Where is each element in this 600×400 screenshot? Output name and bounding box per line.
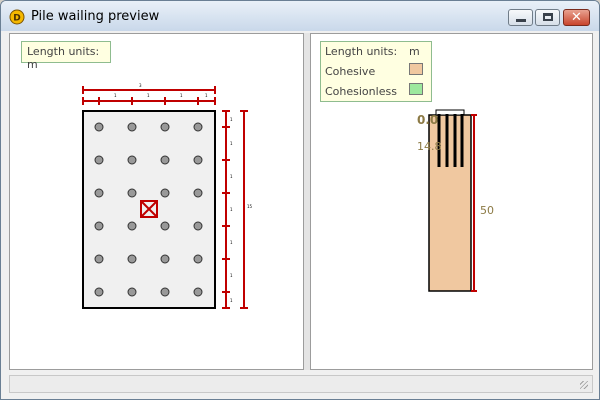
- cohesive-label: Cohesive: [325, 65, 376, 78]
- plan-units-legend: Length units: m: [21, 41, 111, 71]
- pile: [160, 254, 170, 264]
- pile: [127, 155, 137, 165]
- pile: [94, 221, 104, 231]
- dim-height-seg-label: 1: [230, 174, 233, 179]
- pile: [193, 287, 203, 297]
- dim-width-seg-label: 1: [114, 93, 117, 98]
- dim-width-seg-label: 1: [205, 93, 208, 98]
- pile: [193, 155, 203, 165]
- dim-height-seg-label: 1: [230, 240, 233, 245]
- pile: [160, 287, 170, 297]
- pile: [94, 287, 104, 297]
- pile: [160, 221, 170, 231]
- soil-units-label: Length units:: [325, 45, 398, 58]
- cohesionless-label: Cohesionless: [325, 85, 397, 98]
- pile: [94, 188, 104, 198]
- dim-total-height-label: 15: [247, 204, 253, 209]
- pile: [94, 254, 104, 264]
- resize-grip-icon[interactable]: [580, 381, 588, 389]
- cohesive-swatch: [409, 63, 423, 75]
- depth-top-label: 0.0: [417, 113, 438, 127]
- dim-total-width-label: 3: [139, 83, 142, 88]
- dim-width-seg-label: 1: [147, 93, 150, 98]
- cohesionless-swatch: [409, 83, 423, 95]
- depth-soil-bottom-label: 50: [480, 204, 494, 217]
- pile: [193, 254, 203, 264]
- status-bar: [9, 375, 593, 393]
- pile: [94, 155, 104, 165]
- pile: [160, 122, 170, 132]
- dim-height-seg-label: 1: [230, 141, 233, 146]
- pile: [94, 122, 104, 132]
- pile: [160, 155, 170, 165]
- pile: [127, 254, 137, 264]
- soil-units-value: m: [409, 45, 420, 58]
- pile: [160, 188, 170, 198]
- pile: [127, 287, 137, 297]
- dim-width-seg-label: 1: [180, 93, 183, 98]
- pile: [127, 221, 137, 231]
- pile: [193, 188, 203, 198]
- pile: [127, 188, 137, 198]
- dim-height-seg-label: 1: [230, 298, 233, 303]
- dim-height-seg-label: 1: [230, 207, 233, 212]
- soil-legend: Length units: m Cohesive Cohesionless: [320, 41, 432, 102]
- dim-height-seg-label: 1: [230, 117, 233, 122]
- dim-height-seg-label: 1: [230, 273, 233, 278]
- pile: [193, 221, 203, 231]
- depth-pile-bottom-label: 14.8: [417, 140, 442, 153]
- pile: [193, 122, 203, 132]
- pile: [127, 122, 137, 132]
- plan-units-label: Length units: m: [27, 45, 100, 71]
- main-window: D Pile wailing preview ✕ 3 1 1 1 1 1 1 1…: [0, 0, 600, 400]
